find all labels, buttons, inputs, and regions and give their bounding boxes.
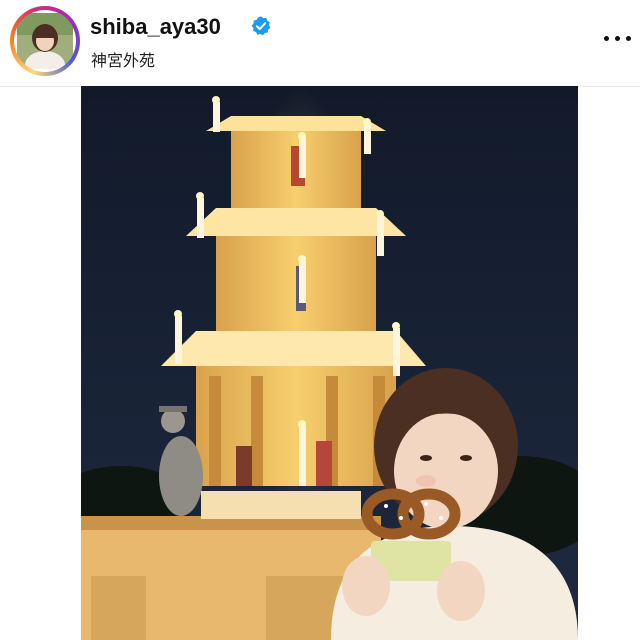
post-header: shiba_aya30 神宮外苑: [0, 0, 640, 86]
username[interactable]: shiba_aya30: [90, 14, 221, 40]
location-label[interactable]: 神宮外苑: [91, 47, 155, 71]
avatar[interactable]: [14, 10, 76, 72]
avatar-image: [17, 13, 73, 69]
more-options-icon[interactable]: [600, 26, 634, 50]
verified-badge-icon: [251, 16, 271, 36]
post-photo[interactable]: [81, 86, 578, 640]
post-image: [81, 86, 578, 640]
story-ring[interactable]: [10, 6, 80, 76]
